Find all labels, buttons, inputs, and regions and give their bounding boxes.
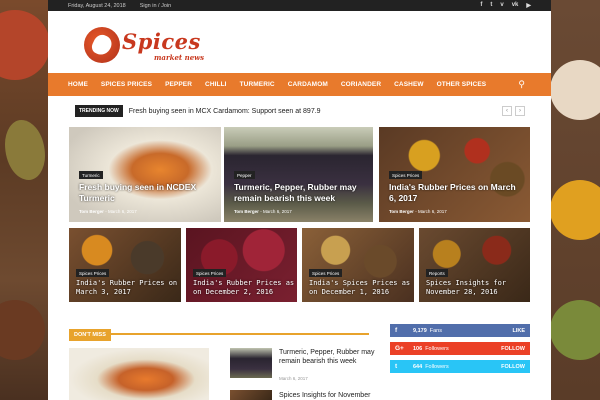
nav-item-coriander[interactable]: CORIANDER: [341, 81, 381, 88]
facebook-counter[interactable]: f 9,179 Fans LIKE: [390, 324, 530, 337]
tile-author[interactable]: Tom Berger: [79, 209, 104, 214]
main-nav: HOME SPICES PRICES PEPPER CHILLI TURMERI…: [48, 73, 551, 96]
tile-title[interactable]: India's Rubber Prices on March 6, 2017: [389, 182, 525, 204]
youtube-icon[interactable]: ▶: [526, 2, 531, 9]
dont-miss-label: DON'T MISS: [69, 329, 111, 341]
small-tile-rubber-december[interactable]: Spices Prices India's Rubber Prices as o…: [186, 228, 297, 302]
logo-subtitle: market news: [154, 53, 205, 62]
featured-tile-pepper[interactable]: Pepper Turmeric, Pepper, Rubber may rema…: [224, 127, 373, 222]
small-tile-spices-december[interactable]: Spices Prices India's Spices Prices as o…: [302, 228, 414, 302]
chili-powder-bowl: [0, 10, 50, 80]
twitter-icon: t: [395, 363, 398, 370]
list-item-title[interactable]: Turmeric, Pepper, Rubber may remain bear…: [279, 348, 379, 366]
category-badge[interactable]: Turmeric: [79, 171, 103, 179]
trending-headline[interactable]: Fresh buying seen in MCX Cardamom: Suppo…: [129, 108, 321, 115]
current-date: Friday, August 24, 2018: [68, 2, 126, 9]
signin-link[interactable]: Sign in / Join: [140, 3, 172, 9]
nav-item-spices-prices[interactable]: SPICES PRICES: [101, 81, 152, 88]
dont-miss-header: DON'T MISS: [69, 323, 369, 341]
category-badge[interactable]: Spices Prices: [389, 171, 423, 179]
featured-tile-spices[interactable]: Spices Prices India's Rubber Prices on M…: [379, 127, 530, 222]
follow-button[interactable]: FOLLOW: [501, 364, 525, 370]
chevron-right-icon[interactable]: ›: [515, 106, 525, 116]
tile-title[interactable]: India's Rubber Prices on March 3, 2017: [76, 279, 180, 297]
nav-item-pepper[interactable]: PEPPER: [165, 81, 192, 88]
tile-title[interactable]: India's Rubber Prices as on December 2, …: [193, 279, 297, 297]
herb-bowl: [550, 300, 600, 360]
category-badge[interactable]: Spices Prices: [309, 269, 343, 277]
bay-leaf: [5, 120, 45, 180]
fans-label: Fans: [429, 327, 442, 334]
social-links: f t v vk ▶: [480, 2, 531, 9]
site-header: Spices market news: [48, 11, 551, 73]
tile-date: March 6, 2017: [107, 209, 137, 214]
tile-title[interactable]: Spices Insights for November 28, 2016: [426, 279, 530, 297]
small-tile-insights[interactable]: Reports Spices Insights for November 28,…: [419, 228, 530, 302]
googleplus-counter[interactable]: G+ 106 Followers FOLLOW: [390, 342, 530, 355]
tile-title[interactable]: Fresh buying seen in NCDEX Turmeric: [79, 182, 215, 204]
nav-item-turmeric[interactable]: TURMERIC: [240, 81, 275, 88]
tile-date: March 6, 2017: [262, 209, 292, 214]
top-bar: Friday, August 24, 2018 Sign in / Join f…: [48, 0, 551, 11]
followers-label: Followers: [425, 363, 449, 370]
category-badge[interactable]: Spices Prices: [76, 269, 110, 277]
vimeo-icon[interactable]: v: [500, 2, 503, 9]
list-item-title[interactable]: Spices Insights for November: [279, 391, 389, 400]
nav-item-other-spices[interactable]: OTHER SPICES: [437, 81, 487, 88]
category-badge[interactable]: Reports: [426, 269, 448, 277]
chevron-left-icon[interactable]: ‹: [502, 106, 512, 116]
logo-title[interactable]: Spices: [122, 29, 201, 54]
tile-title[interactable]: India's Spices Prices as on December 1, …: [309, 279, 413, 297]
facebook-icon: f: [395, 327, 398, 334]
category-badge[interactable]: Spices Prices: [193, 269, 227, 277]
trending-tag: TRENDING NOW: [75, 105, 123, 117]
nav-item-cardamom[interactable]: CARDAMOM: [288, 81, 328, 88]
list-item-date: March 6, 2017: [279, 376, 308, 381]
trending-bar: TRENDING NOW Fresh buying seen in MCX Ca…: [75, 104, 525, 118]
fans-count: 9,179: [413, 327, 427, 334]
white-spice-bowl: [550, 60, 600, 120]
category-badge[interactable]: Pepper: [234, 171, 255, 179]
featured-tile-turmeric[interactable]: Turmeric Fresh buying seen in NCDEX Turm…: [69, 127, 221, 222]
followers-count: 644: [413, 363, 423, 370]
dont-miss-featured-image[interactable]: [69, 348, 209, 400]
tile-meta: Tom Berger - March 6, 2017: [389, 209, 447, 214]
nav-item-cashew[interactable]: CASHEW: [394, 81, 424, 88]
like-button[interactable]: LIKE: [512, 328, 525, 334]
facebook-icon[interactable]: f: [480, 2, 482, 9]
followers-count: 106: [413, 345, 423, 352]
search-icon[interactable]: ⚲: [518, 79, 525, 90]
tile-author[interactable]: Tom Berger: [234, 209, 259, 214]
twitter-icon[interactable]: t: [490, 2, 492, 9]
followers-label: Followers: [425, 345, 449, 352]
trending-arrows: ‹ ›: [502, 106, 525, 116]
vk-icon[interactable]: vk: [512, 2, 519, 9]
tile-title[interactable]: Turmeric, Pepper, Rubber may remain bear…: [234, 182, 370, 204]
tile-author[interactable]: Tom Berger: [389, 209, 414, 214]
spice-bowl: [0, 300, 45, 360]
tile-date: March 6, 2017: [417, 209, 447, 214]
nav-item-home[interactable]: HOME: [68, 81, 88, 88]
page-container: Friday, August 24, 2018 Sign in / Join f…: [48, 0, 551, 400]
follow-button[interactable]: FOLLOW: [501, 346, 525, 352]
tile-meta: Tom Berger - March 6, 2017: [79, 209, 137, 214]
nav-item-chilli[interactable]: CHILLI: [205, 81, 227, 88]
list-thumbnail[interactable]: [230, 348, 272, 378]
googleplus-icon: G+: [395, 345, 404, 352]
turmeric-bowl: [550, 180, 600, 240]
tile-meta: Tom Berger - March 6, 2017: [234, 209, 292, 214]
twitter-counter[interactable]: t 644 Followers FOLLOW: [390, 360, 530, 373]
small-tile-rubber-march[interactable]: Spices Prices India's Rubber Prices on M…: [69, 228, 181, 302]
list-thumbnail[interactable]: [230, 390, 272, 400]
background-right: [550, 0, 600, 400]
background-left: [0, 0, 50, 400]
